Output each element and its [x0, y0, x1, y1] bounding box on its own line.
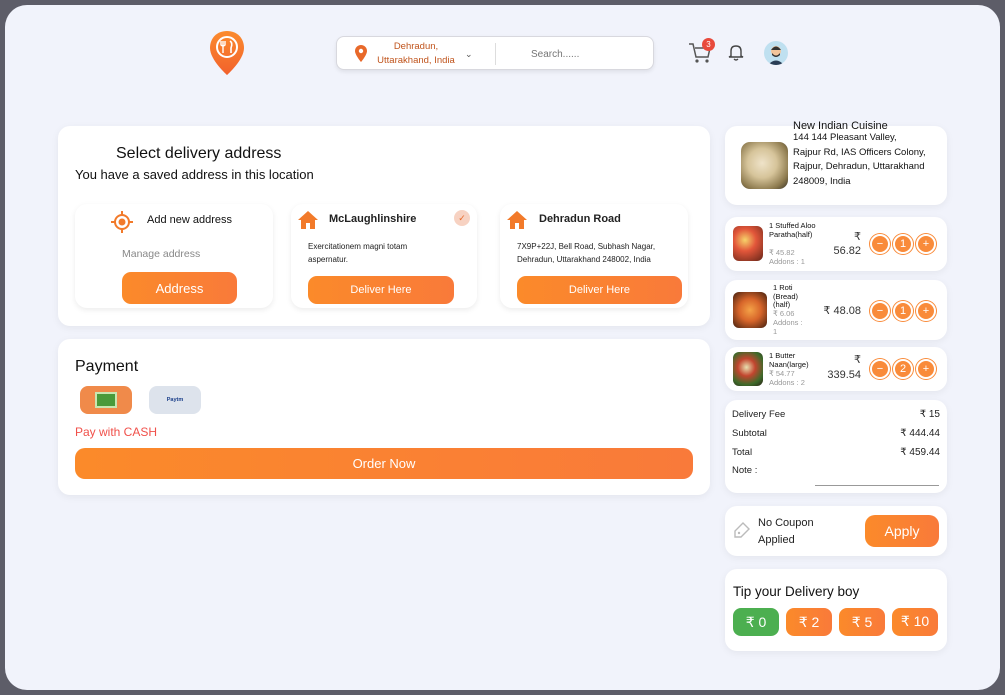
item-unit-price: ₹ 54.77 — [769, 369, 795, 378]
divider — [495, 43, 496, 65]
address-card-dehradun-road[interactable]: Dehradun Road 7X9P+22J, Bell Road, Subha… — [500, 204, 688, 308]
cart-item: 1 Stuffed Aloo Paratha(half) ₹ 45.82 Add… — [725, 217, 947, 271]
deliver-here-button[interactable]: Deliver Here — [308, 276, 454, 304]
item-qty: 2 — [893, 359, 913, 379]
decrease-qty-button[interactable]: − — [870, 234, 890, 254]
item-unit-price: ₹ 45.82 — [769, 248, 795, 257]
address-section-subtitle: You have a saved address in this locatio… — [75, 167, 314, 182]
total-label: Total — [732, 447, 753, 458]
cash-icon — [95, 392, 117, 408]
apply-coupon-button[interactable]: Apply — [865, 515, 939, 547]
item-addons: Addons : 2 — [769, 378, 805, 387]
food-image — [733, 352, 763, 386]
app-frame: Dehradun, Uttarakhand, India ⌄ 3 Select … — [5, 5, 1000, 690]
subtotal-value: ₹ 444.44 — [900, 428, 940, 439]
decrease-qty-button[interactable]: − — [870, 359, 890, 379]
food-image — [733, 226, 763, 261]
location-search-bar: Dehradun, Uttarakhand, India ⌄ — [336, 36, 654, 70]
item-total: ₹ 56.82 — [833, 231, 861, 257]
payment-title: Payment — [75, 358, 139, 375]
restaurant-image — [741, 142, 788, 189]
new-address-title: Add new address — [147, 214, 232, 226]
increase-qty-button[interactable]: + — [916, 234, 936, 254]
cart-item: 1 Butter Naan(large) ₹ 54.77 Addons : 2 … — [725, 347, 947, 391]
address-card-title: Dehradun Road — [539, 213, 621, 225]
bill-summary-card: Delivery Fee ₹ 15 Subtotal ₹ 444.44 Tota… — [725, 400, 947, 493]
restaurant-address: 144 144 Pleasant Valley, Rajpur Rd, IAS … — [793, 132, 926, 187]
address-card-mclaughlinshire[interactable]: McLaughlinshire ✓ Exercitationem magni t… — [291, 204, 477, 308]
item-qty: 1 — [893, 234, 913, 254]
item-name: 1 Roti (Bread) (half) — [773, 283, 799, 310]
logo[interactable] — [208, 29, 246, 77]
home-icon — [297, 210, 319, 235]
location-pin-icon — [355, 45, 367, 67]
item-addons: Addons : 1 — [769, 257, 805, 266]
address-card-title: McLaughlinshire — [329, 213, 417, 225]
delivery-fee-label: Delivery Fee — [732, 409, 786, 420]
tip-option-10[interactable]: ₹ 10 — [892, 608, 938, 636]
location-select[interactable]: Dehradun, Uttarakhand, India ⌄ — [371, 40, 481, 68]
item-total: ₹ 339.54 — [827, 354, 861, 381]
search-input[interactable] — [507, 43, 637, 65]
item-name: 1 Butter Naan(large) — [769, 351, 809, 369]
tip-option-0[interactable]: ₹ 0 — [733, 608, 779, 636]
home-icon — [506, 210, 528, 235]
note-label: Note : — [732, 465, 758, 476]
tag-icon — [734, 522, 750, 543]
address-card-text: 7X9P+22J, Bell Road, Subhash Nagar, Dehr… — [517, 242, 656, 264]
cash-option[interactable] — [80, 386, 132, 414]
deliver-here-button[interactable]: Deliver Here — [517, 276, 682, 304]
delivery-fee-value: ₹ 15 — [919, 409, 940, 420]
manage-address-text: Manage address — [122, 248, 201, 260]
bell-icon[interactable] — [728, 43, 744, 66]
decrease-qty-button[interactable]: − — [870, 301, 890, 321]
coupon-card: No Coupon Applied Apply — [725, 506, 947, 556]
paytm-icon: Paytm — [166, 397, 184, 403]
restaurant-card: New Indian Cuisine 144 144 Pleasant Vall… — [725, 120, 947, 205]
tip-options: ₹ 0 ₹ 2 ₹ 5 ₹ 10 — [733, 608, 943, 638]
avatar[interactable] — [764, 41, 788, 65]
tip-option-5[interactable]: ₹ 5 — [839, 608, 885, 636]
item-total: ₹ 48.08 — [823, 305, 861, 317]
selected-payment-method: Pay with CASH — [75, 425, 158, 439]
increase-qty-button[interactable]: + — [916, 301, 936, 321]
item-name: 1 Stuffed Aloo Paratha(half) — [769, 221, 816, 239]
new-address-card: Add new address Manage address Address — [75, 204, 273, 308]
increase-qty-button[interactable]: + — [916, 359, 936, 379]
address-section-title: Select delivery address — [116, 145, 282, 162]
cart-item: 1 Roti (Bread) (half) ₹ 6.06 Addons : 1 … — [725, 280, 947, 340]
subtotal-label: Subtotal — [732, 428, 767, 439]
order-now-button[interactable]: Order Now — [75, 448, 693, 479]
payment-card: Payment Paytm Pay with CASH Order Now — [58, 339, 710, 495]
chevron-down-icon: ⌄ — [465, 48, 473, 59]
target-icon — [111, 211, 133, 238]
item-addons: Addons : 1 — [773, 318, 803, 336]
item-qty: 1 — [893, 301, 913, 321]
item-unit-price: ₹ 6.06 — [773, 309, 795, 318]
note-input[interactable] — [815, 472, 939, 486]
paytm-option[interactable]: Paytm — [149, 386, 201, 414]
coupon-text: No Coupon Applied — [758, 517, 814, 546]
address-card-text: Exercitationem magni totam aspernatur. — [308, 242, 408, 264]
check-icon: ✓ — [454, 210, 470, 226]
location-text: Dehradun, Uttarakhand, India — [377, 41, 455, 66]
cart-count-badge: 3 — [702, 38, 715, 51]
delivery-address-card: Select delivery address You have a saved… — [58, 126, 710, 326]
cart-button[interactable]: 3 — [688, 38, 715, 66]
food-image — [733, 292, 767, 328]
tip-title: Tip your Delivery boy — [733, 584, 860, 599]
address-button[interactable]: Address — [122, 272, 237, 304]
total-value: ₹ 459.44 — [900, 447, 940, 458]
tip-card: Tip your Delivery boy ₹ 0 ₹ 2 ₹ 5 ₹ 10 — [725, 569, 947, 651]
tip-option-2[interactable]: ₹ 2 — [786, 608, 832, 636]
